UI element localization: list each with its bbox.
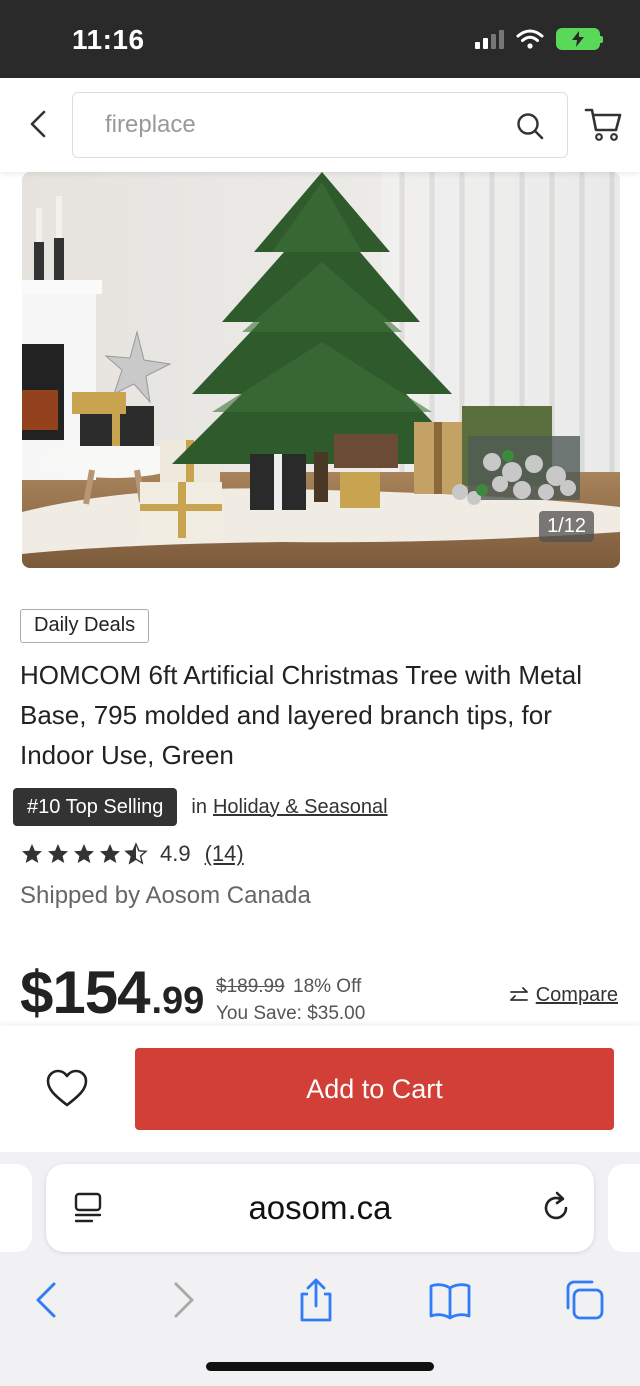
share-icon[interactable] <box>294 1278 338 1322</box>
daily-deals-badge: Daily Deals <box>20 609 150 643</box>
forward-arrow-icon[interactable] <box>160 1278 204 1322</box>
back-arrow-icon[interactable] <box>26 1278 70 1322</box>
search-box[interactable] <box>72 92 568 158</box>
you-save: You Save: $35.00 <box>216 1003 366 1024</box>
search-icon[interactable] <box>515 111 545 141</box>
rating-value: 4.9 <box>160 841 191 866</box>
top-selling-badge: #10 Top Selling <box>13 788 178 826</box>
bookmarks-icon[interactable] <box>428 1278 472 1322</box>
price-cents: .99 <box>151 980 205 1022</box>
compare-link[interactable]: Compare <box>508 984 618 1007</box>
browser-nav <box>0 1264 640 1334</box>
shipped-by: Shipped by Aosom Canada <box>20 882 311 909</box>
product-image[interactable]: 1/12 <box>22 172 620 568</box>
back-button[interactable] <box>20 106 56 142</box>
wifi-icon <box>516 29 544 49</box>
product-title: HOMCOM 6ft Artificial Christmas Tree wit… <box>20 660 582 770</box>
star-icon <box>22 844 42 863</box>
discount-percent: 18% Off <box>293 976 362 997</box>
compare-label: Compare <box>535 984 618 1006</box>
status-bar: 11:16 <box>0 0 640 78</box>
page-menu-icon[interactable] <box>70 1190 106 1226</box>
price-dollars: $154 <box>20 959 150 1026</box>
christmas-tree-photo <box>22 172 620 568</box>
app-header <box>0 78 640 172</box>
star-icon <box>74 844 94 863</box>
status-icons <box>475 28 603 50</box>
next-tab-peek[interactable] <box>608 1164 640 1252</box>
cellular-signal-icon <box>475 29 504 49</box>
add-to-cart-button[interactable]: Add to Cart <box>135 1048 614 1130</box>
cart-icon[interactable] <box>584 104 624 144</box>
rank-row: #10 Top Selling in Holiday & Seasonal <box>13 788 388 826</box>
review-count-link[interactable]: (14) <box>205 841 244 867</box>
rating-row[interactable]: 4.9 (14) <box>20 838 244 870</box>
heart-icon[interactable] <box>44 1066 90 1112</box>
rating-stars <box>20 842 148 866</box>
rank-in-label: in <box>191 795 207 818</box>
home-indicator[interactable] <box>206 1362 434 1371</box>
star-icon <box>100 844 120 863</box>
action-bar: Add to Cart <box>0 1026 640 1152</box>
current-price: $154 .99 <box>20 958 204 1027</box>
half-star-icon <box>124 842 148 865</box>
original-price: $189.99 <box>216 976 285 997</box>
address-bar[interactable]: aosom.ca <box>46 1164 594 1252</box>
previous-tab-peek[interactable] <box>0 1164 32 1252</box>
status-time: 11:16 <box>72 24 145 55</box>
category-link[interactable]: Holiday & Seasonal <box>213 796 388 819</box>
chevron-left-icon <box>30 110 46 138</box>
compare-arrows-icon <box>509 986 528 1001</box>
star-icon <box>48 844 68 863</box>
url-text[interactable]: aosom.ca <box>46 1164 594 1252</box>
tabs-icon[interactable] <box>562 1278 606 1322</box>
browser-toolbar: aosom.ca <box>0 1152 640 1386</box>
reload-icon[interactable] <box>538 1190 574 1226</box>
battery-charging-icon <box>556 28 603 50</box>
image-counter: 1/12 <box>539 511 594 542</box>
search-input[interactable] <box>105 93 485 157</box>
